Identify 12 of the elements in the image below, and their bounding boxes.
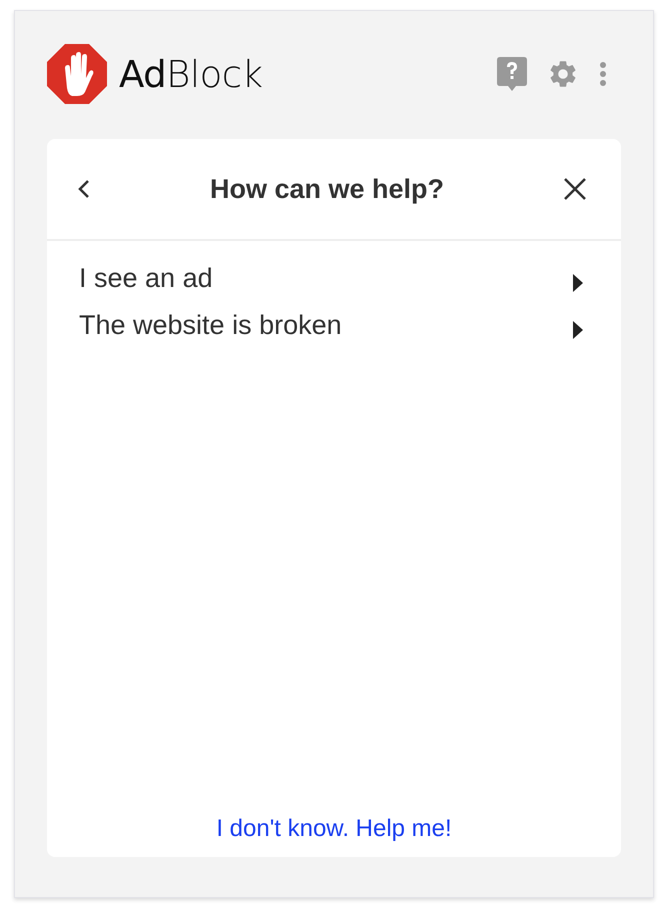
- stop-hand-icon: [47, 44, 107, 104]
- option-item[interactable]: The website is broken: [79, 310, 583, 341]
- close-icon[interactable]: [563, 177, 587, 201]
- back-icon[interactable]: [77, 179, 91, 199]
- caret-icon: [573, 274, 583, 292]
- help-icon[interactable]: [497, 57, 527, 91]
- more-menu-icon[interactable]: [599, 61, 607, 87]
- option-item[interactable]: I see an ad: [79, 263, 583, 294]
- app-logo: AdBlock: [119, 52, 263, 96]
- caret-icon: [573, 320, 583, 338]
- help-link[interactable]: I don't know. Help me!: [216, 815, 452, 843]
- dialog-title: How can we help?: [208, 174, 446, 204]
